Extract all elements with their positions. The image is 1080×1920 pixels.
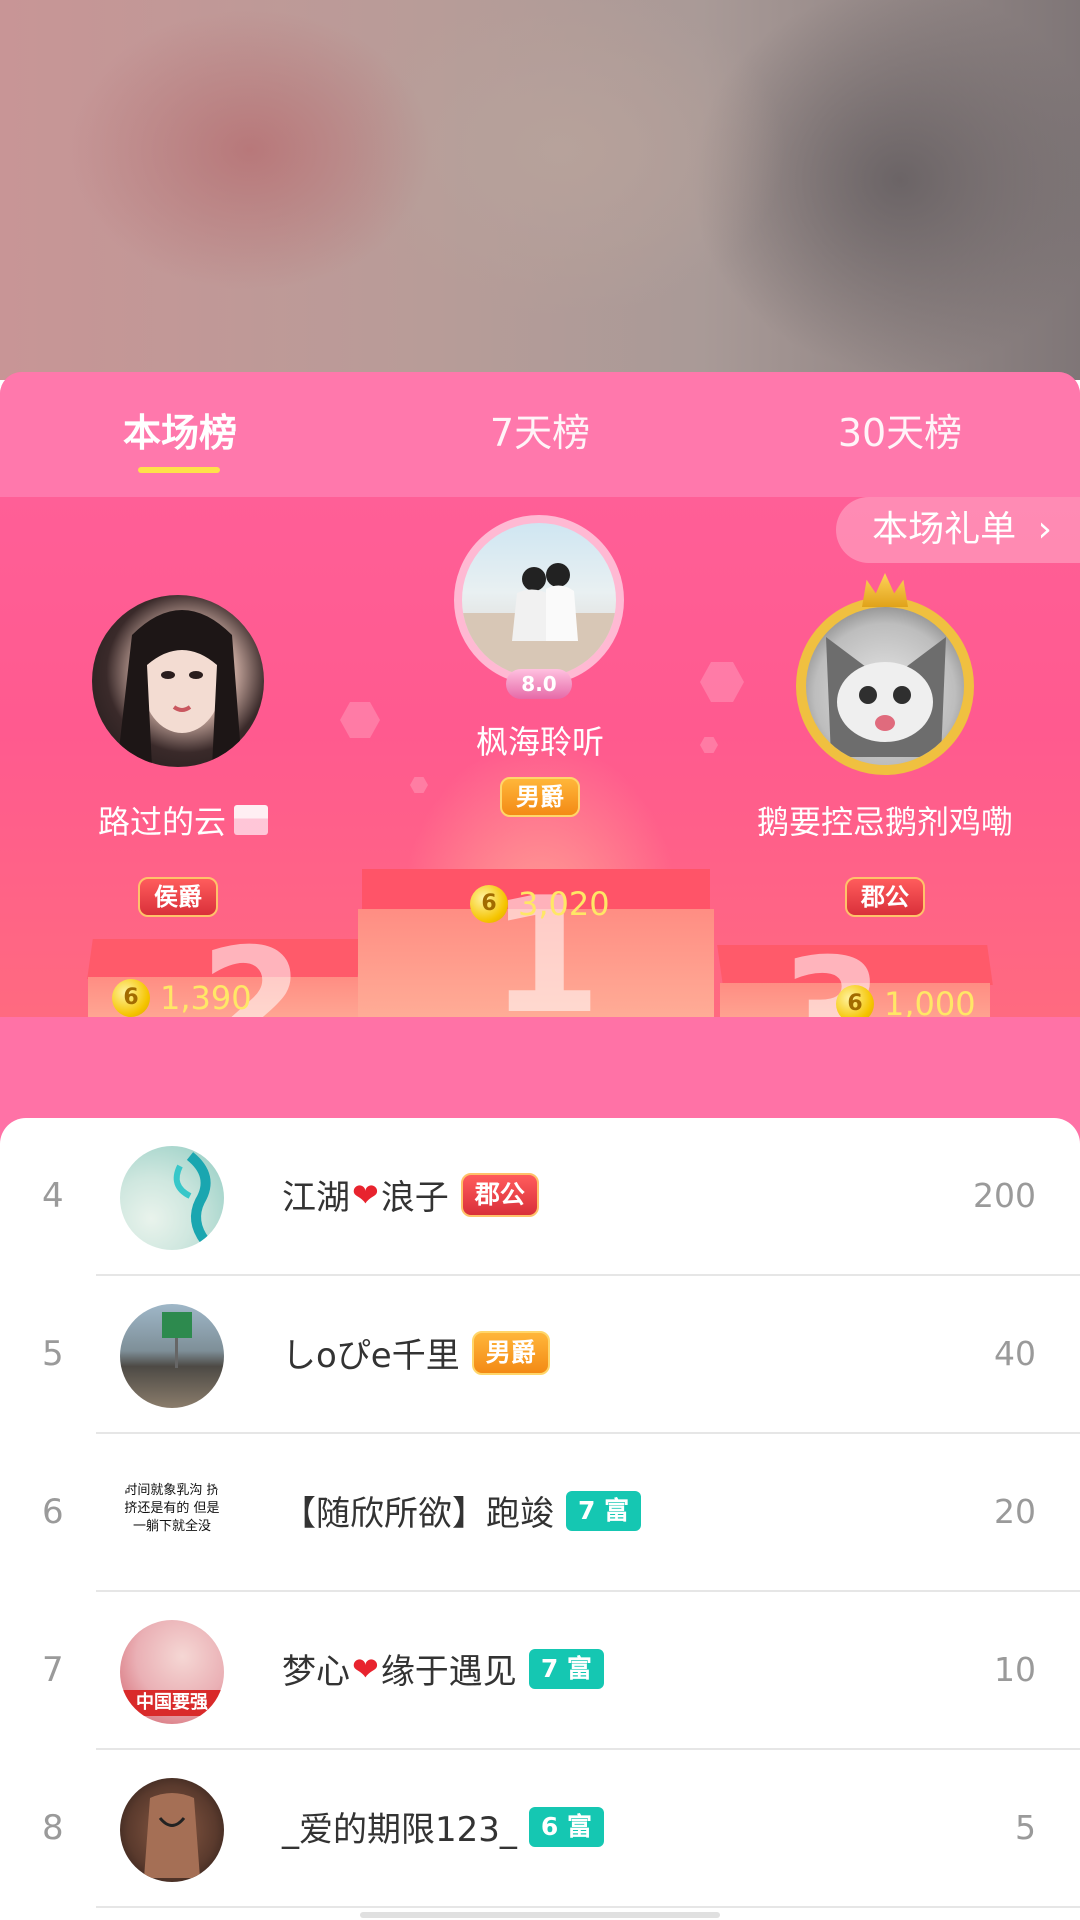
rank-number: 4 [42,1176,64,1216]
home-indicator [360,1912,720,1918]
cat-avatar-image [826,637,946,757]
avatar[interactable]: 中国要强 [120,1620,224,1724]
heart-icon: ❤ [352,1649,379,1688]
rank-badge: 郡公 [460,1172,539,1217]
avatar-banner-text: 中国要强 [120,1690,224,1716]
second-place-name: 路过的云 [97,803,227,841]
road-sign-avatar-image [162,1312,192,1368]
list-item[interactable]: 6 时间就象乳沟 挤挤还是有的 但是一躺下就全没 【随欣所欲】跑竣 7 富 20 [0,1434,1080,1592]
avatar[interactable]: 时间就象乳沟 挤挤还是有的 但是一躺下就全没 [120,1462,224,1566]
rank-number: 6 [42,1492,64,1532]
active-tab-indicator [138,467,220,473]
ranking-list: 4 江湖 ❤ 浪子 郡公 200 5 しoぴe千里 男爵 40 6 时间就象乳沟… [0,1118,1080,1920]
rank-number: 5 [42,1334,64,1374]
coin-icon: 6 [470,885,508,923]
podium-stage: 本场礼单 › 2 3 1 8.0 枫海聆听 男爵 6 3,020 路过的云 侯爵… [0,497,1080,1017]
first-place-rank-badge: 男爵 [500,777,580,817]
user-name: 江湖 ❤ 浪子 郡公 [282,1170,539,1219]
contribution-value: 5 [1015,1808,1036,1847]
third-place-coin-value: 1,000 [884,985,976,1017]
coin-icon: 6 [836,985,874,1017]
divider [96,1906,1080,1908]
coin-icon: 6 [112,979,150,1017]
live-video-background [0,0,1080,380]
second-place-coins: 6 1,390 [112,979,252,1017]
first-place-name: 枫海聆听 [475,723,605,761]
gift-list-label: 本场礼单 [872,509,1017,550]
avatar[interactable] [120,1146,224,1250]
avatar-second[interactable] [92,595,264,767]
third-place-name: 鹅要控忌鹅剂鸡嘞 [756,803,1014,841]
heart-icon: ❤ [352,1175,379,1214]
contribution-value: 20 [994,1492,1036,1531]
first-place-coins: 6 3,020 [470,885,610,923]
wealth-level-badge: 7 富 [566,1490,642,1531]
avatar[interactable] [120,1778,224,1882]
girl-avatar-image [117,610,242,767]
gift-list-button[interactable]: 本场礼单 › [836,497,1080,563]
list-item[interactable]: 4 江湖 ❤ 浪子 郡公 200 [0,1118,1080,1276]
user-name: 梦心 ❤ 缘于遇见 7 富 [282,1644,604,1693]
chevron-right-icon: › [1037,509,1052,550]
rank-badge: 男爵 [471,1330,550,1375]
user-name: _爱的期限123_ 6 富 [282,1802,605,1851]
list-item[interactable]: 7 中国要强 梦心 ❤ 缘于遇见 7 富 10 [0,1592,1080,1750]
avatar-level-badge: 8.0 [506,669,572,699]
avatar[interactable] [120,1304,224,1408]
avatar-third[interactable] [796,597,974,775]
user-name: しoぴe千里 男爵 [282,1328,550,1377]
wealth-level-badge: 6 富 [528,1806,605,1847]
contribution-value: 10 [994,1650,1036,1689]
contribution-value: 200 [973,1176,1036,1215]
list-item[interactable]: 8 _爱的期限123_ 6 富 5 [0,1750,1080,1908]
crown-icon [862,573,908,607]
tab-current-session[interactable]: 本场榜 [123,402,237,457]
first-place-coin-value: 3,020 [518,885,610,923]
tab-7-days[interactable]: 7天榜 [490,402,590,457]
user-name: 【随欣所欲】跑竣 7 富 [282,1486,642,1535]
avatar-text-image: 时间就象乳沟 挤挤还是有的 但是一躺下就全没 [124,1483,220,1534]
flag-icon [234,805,268,835]
tab-30-days[interactable]: 30天榜 [838,402,962,457]
couple-avatar-image [462,563,616,677]
avatar-first[interactable] [454,515,624,685]
third-place-coins: 6 1,000 [836,985,976,1017]
third-place-rank-badge: 郡公 [845,877,925,917]
ranking-tabs: 本场榜 7天榜 30天榜 [0,372,1080,497]
rank-number: 7 [42,1650,64,1690]
rank-number: 8 [42,1808,64,1848]
second-place-rank-badge: 侯爵 [138,877,218,917]
torso-avatar-image [144,1793,200,1878]
dragon-avatar-image [173,1152,211,1244]
contribution-value: 40 [994,1334,1036,1373]
list-item[interactable]: 5 しoぴe千里 男爵 40 [0,1276,1080,1434]
second-place-coin-value: 1,390 [160,979,252,1017]
wealth-level-badge: 7 富 [528,1648,604,1689]
